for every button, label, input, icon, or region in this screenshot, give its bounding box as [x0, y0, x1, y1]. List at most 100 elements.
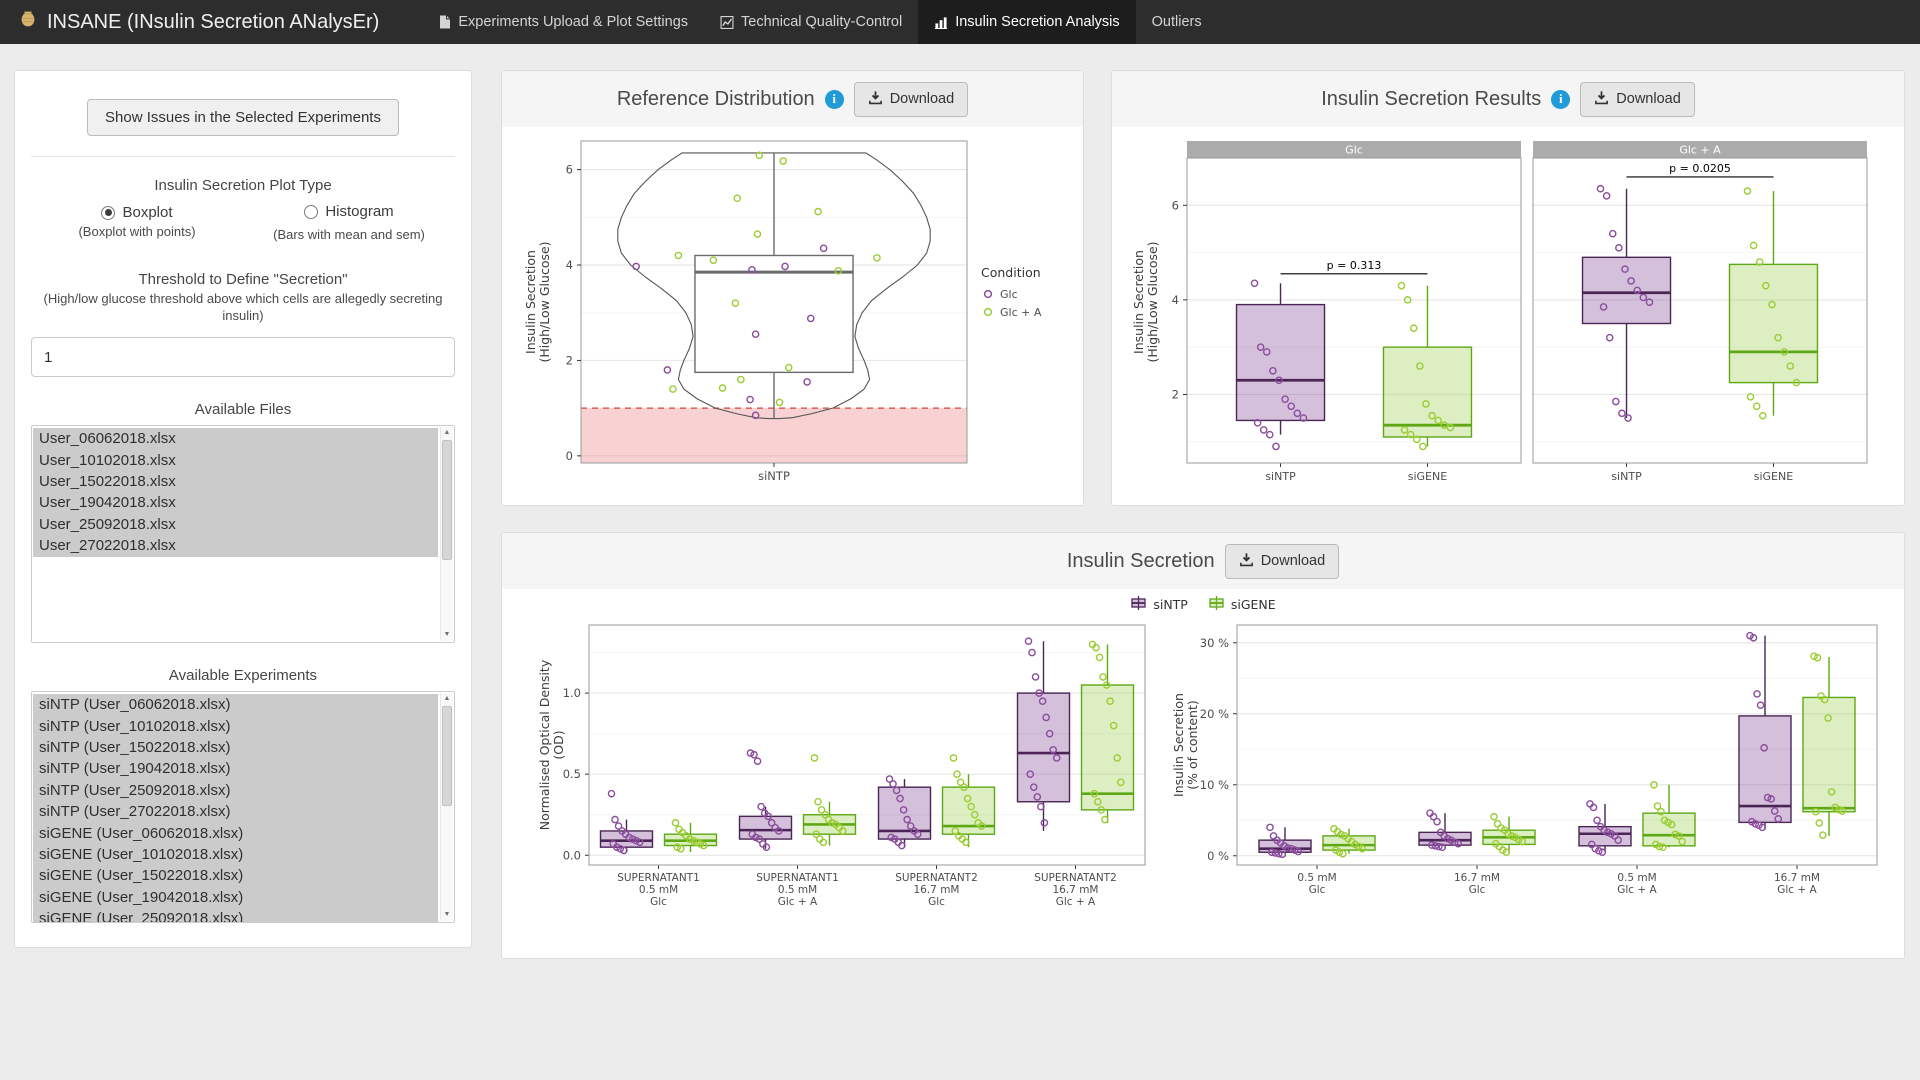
- plot-type-label: Insulin Secretion Plot Type: [31, 177, 455, 194]
- file-item[interactable]: User_10102018.xlsx: [33, 450, 438, 471]
- radio-histogram[interactable]: Histogram: [304, 203, 393, 220]
- experiment-item[interactable]: siNTP (User_10102018.xlsx): [33, 716, 438, 737]
- experiment-item[interactable]: siNTP (User_25092018.xlsx): [33, 780, 438, 801]
- experiment-item[interactable]: siNTP (User_06062018.xlsx): [33, 694, 438, 715]
- download-icon: [868, 90, 883, 109]
- legend-entry-sigene: siGENE: [1208, 595, 1276, 614]
- experiment-item[interactable]: siGENE (User_06062018.xlsx): [33, 823, 438, 844]
- sidebar-panel: Show Issues in the Selected Experiments …: [14, 70, 472, 948]
- svg-text:Glc: Glc: [1469, 884, 1486, 896]
- svg-text:siGENE: siGENE: [1408, 470, 1447, 483]
- svg-text:0: 0: [566, 449, 573, 463]
- scroll-down-arrow[interactable]: ▼: [441, 629, 453, 641]
- reference-panel-header: Reference Distribution i Download: [502, 71, 1083, 127]
- plot-type-option-boxplot: Boxplot (Boxplot with points): [31, 203, 243, 243]
- file-item[interactable]: User_06062018.xlsx: [33, 428, 438, 449]
- files-listbox[interactable]: User_06062018.xlsxUser_10102018.xlsxUser…: [31, 425, 455, 643]
- insulin-secretion-plot: SUPERNATANT10.5 mMGlcSUPERNATANT10.5 mMG…: [515, 619, 1891, 937]
- legend-key-sintp: [1130, 595, 1147, 614]
- file-item[interactable]: User_15022018.xlsx: [33, 471, 438, 492]
- download-button[interactable]: Download: [1580, 82, 1695, 117]
- threshold-input[interactable]: [31, 337, 455, 377]
- tab-label: Technical Quality-Control: [741, 14, 902, 30]
- download-icon: [1594, 90, 1609, 109]
- file-item[interactable]: User_19042018.xlsx: [33, 492, 438, 513]
- svg-text:1.0: 1.0: [563, 686, 581, 700]
- svg-text:0.5: 0.5: [563, 767, 581, 781]
- navbar: INSANE (INsulin Secretion ANalysEr) Expe…: [0, 0, 1920, 44]
- legend-label: siGENE: [1231, 597, 1276, 612]
- app-title: INSANE (INsulin Secretion ANalysEr): [47, 11, 379, 34]
- tab-experiments-upload-plot-settings[interactable]: Experiments Upload & Plot Settings: [423, 0, 704, 44]
- scrollbar-thumb[interactable]: [442, 706, 452, 806]
- experiment-item[interactable]: siGENE (User_15022018.xlsx): [33, 865, 438, 886]
- svg-text:Glc + A: Glc + A: [1777, 884, 1817, 896]
- scroll-down-arrow[interactable]: ▼: [441, 909, 453, 921]
- scroll-up-arrow[interactable]: ▲: [441, 427, 453, 439]
- download-button[interactable]: Download: [1225, 544, 1340, 579]
- file-icon: [439, 15, 451, 29]
- svg-text:Glc: Glc: [1345, 144, 1363, 157]
- radio-dot[interactable]: [101, 206, 115, 220]
- results-panel-title: Insulin Secretion Results: [1321, 88, 1541, 111]
- scrollbar[interactable]: ▲▼: [440, 427, 453, 641]
- svg-text:siNTP: siNTP: [1265, 470, 1296, 483]
- secretion-panel-body: siNTPsiGENE SUPERNATANT10.5 mMGlcSUPERNA…: [502, 589, 1904, 937]
- experiments-listbox[interactable]: siNTP (User_06062018.xlsx)siNTP (User_10…: [31, 691, 455, 923]
- experiment-item[interactable]: siNTP (User_15022018.xlsx): [33, 737, 438, 758]
- plot-type-option-histogram: Histogram (Bars with mean and sem): [243, 203, 455, 243]
- scroll-up-arrow[interactable]: ▲: [441, 693, 453, 705]
- app-brand: INSANE (INsulin Secretion ANalysEr): [0, 0, 397, 44]
- svg-text:(High/Low Glucose): (High/Low Glucose): [537, 241, 552, 362]
- info-icon[interactable]: i: [1551, 90, 1570, 109]
- file-item[interactable]: User_25092018.xlsx: [33, 514, 438, 535]
- svg-text:20 %: 20 %: [1200, 707, 1229, 721]
- radio-boxplot[interactable]: Boxplot: [101, 204, 172, 221]
- scrollbar-thumb[interactable]: [442, 440, 452, 560]
- threshold-label: Threshold to Define "Secretion": [31, 271, 455, 288]
- radio-dot[interactable]: [304, 205, 318, 219]
- reference-panel-body: 0246siNTPInsulin Secretion(High/Low Gluc…: [502, 127, 1083, 501]
- svg-text:10 %: 10 %: [1200, 778, 1229, 792]
- insulin-secretion-results-panel: Insulin Secretion Results i Download Glc…: [1111, 70, 1905, 506]
- svg-text:0.5 mM: 0.5 mM: [778, 884, 817, 896]
- info-icon[interactable]: i: [825, 90, 844, 109]
- radio-hint: (Bars with mean and sem): [243, 227, 455, 244]
- download-icon: [1239, 552, 1254, 571]
- svg-text:(% of content): (% of content): [1185, 700, 1200, 789]
- svg-text:Insulin Secretion: Insulin Secretion: [1171, 693, 1186, 797]
- threshold-hint: (High/low glucose threshold above which …: [31, 291, 455, 325]
- tab-technical-quality-control[interactable]: Technical Quality-Control: [704, 0, 918, 44]
- tab-insulin-secretion-analysis[interactable]: Insulin Secretion Analysis: [918, 0, 1135, 44]
- secretion-plot-legend: siNTPsiGENE: [502, 589, 1904, 619]
- svg-text:Normalised Optical Density: Normalised Optical Density: [537, 659, 552, 830]
- radio-label: Histogram: [325, 203, 393, 220]
- tab-label: Outliers: [1152, 14, 1202, 30]
- experiment-item[interactable]: siGENE (User_25092018.xlsx): [33, 908, 438, 923]
- experiment-item[interactable]: siNTP (User_27022018.xlsx): [33, 801, 438, 822]
- legend-key-sigene: [1208, 595, 1225, 614]
- radio-hint: (Boxplot with points): [31, 224, 243, 241]
- svg-text:siGENE: siGENE: [1754, 470, 1793, 483]
- svg-text:siNTP: siNTP: [1611, 470, 1642, 483]
- experiment-item[interactable]: siGENE (User_19042018.xlsx): [33, 887, 438, 908]
- svg-text:16.7 mM: 16.7 mM: [1774, 872, 1820, 884]
- experiment-item[interactable]: siNTP (User_19042018.xlsx): [33, 758, 438, 779]
- svg-text:4: 4: [1172, 293, 1179, 307]
- show-issues-button[interactable]: Show Issues in the Selected Experiments: [87, 99, 399, 136]
- secretion-panel-header: Insulin Secretion Download: [502, 533, 1904, 589]
- svg-text:Glc: Glc: [1000, 288, 1018, 301]
- scrollbar[interactable]: ▲▼: [440, 693, 453, 921]
- results-panel-body: GlcsiNTPsiGENEp = 0.313Glc + AsiNTPsiGEN…: [1112, 127, 1904, 501]
- tab-outliers[interactable]: Outliers: [1136, 0, 1218, 44]
- file-item[interactable]: User_27022018.xlsx: [33, 535, 438, 556]
- svg-text:Glc: Glc: [650, 896, 667, 908]
- svg-text:6: 6: [566, 163, 573, 177]
- download-button[interactable]: Download: [854, 82, 969, 117]
- insulin-secretion-panel: Insulin Secretion Download siNTPsiGENE S…: [501, 532, 1905, 959]
- svg-text:Insulin Secretion: Insulin Secretion: [1131, 250, 1146, 354]
- svg-text:Insulin Secretion: Insulin Secretion: [523, 250, 538, 354]
- svg-text:Glc + A: Glc + A: [1000, 306, 1042, 319]
- insulin-secretion-results-plot: GlcsiNTPsiGENEp = 0.313Glc + AsiNTPsiGEN…: [1125, 127, 1891, 501]
- experiment-item[interactable]: siGENE (User_10102018.xlsx): [33, 844, 438, 865]
